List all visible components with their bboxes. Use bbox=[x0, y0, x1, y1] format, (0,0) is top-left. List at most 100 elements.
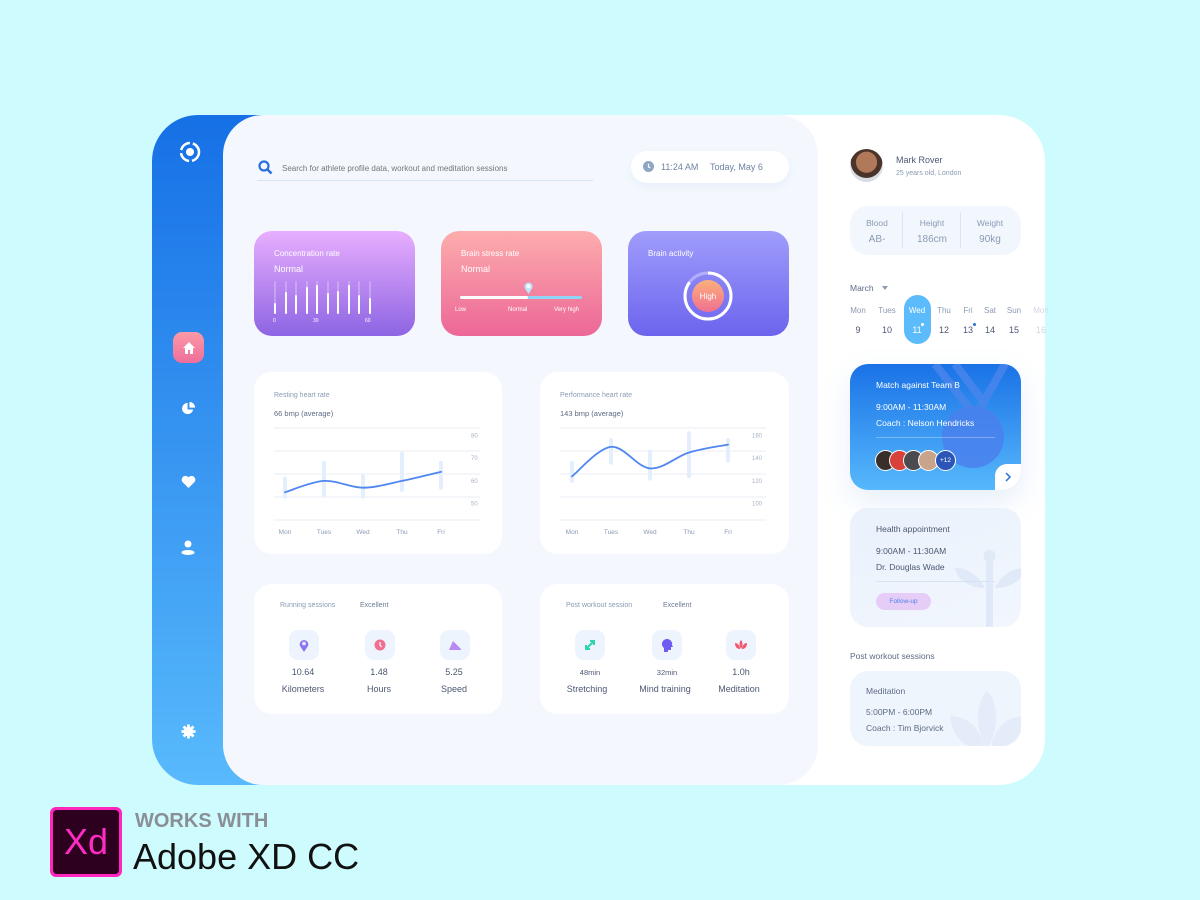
y-tick-label: 50 bbox=[471, 502, 478, 508]
day-name[interactable]: Tues bbox=[874, 306, 900, 315]
bar bbox=[347, 284, 350, 314]
match-card[interactable]: Match against Team B 9:00AM - 11:30AM Co… bbox=[850, 364, 1021, 490]
resting-heart-rate-card: Resting heart rate 66 bmp (average) 80 70… bbox=[254, 372, 502, 554]
shoe-icon bbox=[440, 630, 470, 660]
card-value: Normal bbox=[274, 264, 304, 274]
heart-icon bbox=[181, 475, 195, 488]
post-value: 48min bbox=[579, 668, 601, 677]
stress-label: Very high bbox=[554, 307, 580, 313]
clock-icon bbox=[365, 630, 395, 660]
bar-track bbox=[358, 281, 360, 314]
map-pin-icon[interactable] bbox=[524, 282, 533, 294]
rating: Excellent bbox=[663, 602, 692, 609]
health-appointment-card[interactable]: Health appointment 9:00AM - 11:30AM Dr. … bbox=[850, 508, 1021, 627]
search-icon[interactable] bbox=[258, 160, 273, 180]
bar bbox=[326, 293, 329, 314]
day-number[interactable]: 12 bbox=[931, 325, 957, 335]
card-value: Normal bbox=[461, 264, 491, 274]
more-participants-badge[interactable]: +12 bbox=[935, 450, 956, 471]
card-title: Concentration rate bbox=[274, 249, 340, 258]
day-number[interactable]: 16 bbox=[1028, 325, 1048, 335]
promo-line2: Adobe XD CC bbox=[133, 836, 360, 877]
day-number[interactable]: 9 bbox=[845, 325, 871, 335]
profile-name: Mark Rover bbox=[896, 155, 943, 165]
sidebar-item-health[interactable] bbox=[180, 473, 196, 489]
running-value: 1.48 bbox=[370, 667, 388, 677]
stat-label: Height bbox=[919, 218, 945, 228]
brain-activity-card[interactable]: Brain activity High bbox=[628, 231, 789, 336]
match-time: 9:00AM - 11:30AM bbox=[876, 402, 947, 412]
brain-activity-value: High bbox=[699, 292, 717, 301]
x-tick-label: Thu bbox=[683, 529, 695, 536]
y-tick-label: 60 bbox=[471, 479, 478, 485]
bar bbox=[295, 294, 297, 314]
rating: Excellent bbox=[360, 602, 389, 609]
y-tick-label: 140 bbox=[752, 456, 763, 462]
running-sessions-card: Running sessions Excellent 10.64 1.48 5.… bbox=[254, 584, 502, 714]
bar-track bbox=[316, 281, 318, 314]
stress-label: Normal bbox=[508, 307, 528, 313]
promo-line1: WORKS WITH bbox=[135, 810, 269, 832]
sidebar-item-stats[interactable] bbox=[180, 400, 196, 416]
stat-label: Weight bbox=[976, 218, 1004, 228]
bar bbox=[274, 303, 276, 314]
day-name[interactable]: Sun bbox=[1001, 306, 1027, 315]
day-name[interactable]: Mon bbox=[1028, 306, 1048, 315]
running-label: Speed bbox=[440, 684, 468, 694]
resting-heart-rate-chart: 80 70 60 50 Mon Tues Wed Thu Fri bbox=[274, 427, 480, 536]
brain-stress-card[interactable]: Brain stress rate Normal Low Normal Very… bbox=[441, 231, 602, 336]
bar-track bbox=[347, 281, 350, 314]
bar bbox=[305, 287, 308, 314]
post-value: 32min bbox=[656, 668, 678, 677]
performance-heart-rate-card: Performance heart rate 143 bmp (average)… bbox=[540, 372, 789, 554]
day-name[interactable]: Thu bbox=[931, 306, 957, 315]
day-number[interactable]: 14 bbox=[977, 325, 1003, 335]
y-tick-label: 100 bbox=[752, 502, 763, 508]
meditation-session-card[interactable]: Meditation 5:00PM - 6:00PM Coach : Tim B… bbox=[850, 671, 1021, 746]
y-tick-label: 80 bbox=[471, 434, 478, 440]
session-coach: Coach : Tim Bjorvick bbox=[866, 723, 944, 733]
avatar[interactable] bbox=[850, 149, 883, 182]
card-title: Brain activity bbox=[648, 249, 694, 258]
concentration-card[interactable]: Concentration rate Normal 0 30 60 bbox=[254, 231, 415, 336]
stat-value: 186cm bbox=[916, 234, 947, 245]
bar bbox=[337, 290, 339, 314]
post-label: Meditation bbox=[718, 684, 760, 694]
day-name[interactable]: Mon bbox=[845, 306, 871, 315]
app-logo-icon[interactable] bbox=[177, 139, 203, 165]
profile-stats: Blood AB- Height 186cm Weight 90kg bbox=[850, 206, 1021, 255]
sidebar-item-home[interactable] bbox=[173, 332, 204, 363]
post-label: Mind training bbox=[639, 684, 691, 694]
day-name[interactable]: Sat bbox=[977, 306, 1003, 315]
day-number[interactable]: 11 bbox=[904, 325, 930, 335]
axis-tick: 30 bbox=[313, 318, 319, 324]
stat-value: 90kg bbox=[979, 234, 1001, 245]
month-label: March bbox=[850, 283, 874, 293]
running-value: 10.64 bbox=[291, 667, 315, 677]
event-dot bbox=[921, 323, 924, 326]
head-icon bbox=[652, 630, 682, 660]
day-name[interactable]: Wed bbox=[904, 306, 930, 315]
follow-up-tag[interactable]: Follow-up bbox=[876, 593, 931, 610]
bar bbox=[368, 297, 371, 314]
user-icon bbox=[181, 540, 195, 555]
expand-arrows-icon bbox=[575, 630, 605, 660]
caduceus-icon bbox=[955, 550, 1021, 627]
session-time: 5:00PM - 6:00PM bbox=[866, 707, 933, 717]
clock-date: Today, May 6 bbox=[710, 162, 763, 172]
x-tick-label: Fri bbox=[437, 529, 445, 536]
stat-label: Blood bbox=[866, 218, 888, 228]
sidebar-item-settings[interactable] bbox=[180, 723, 196, 739]
bar bbox=[284, 291, 287, 314]
x-tick-label: Mon bbox=[279, 529, 292, 536]
adobe-xd-logo: Xd bbox=[50, 807, 122, 877]
month-dropdown[interactable]: March bbox=[850, 283, 888, 293]
next-button[interactable] bbox=[995, 464, 1021, 490]
search-input[interactable] bbox=[282, 161, 592, 175]
axis-tick: 0 bbox=[273, 318, 276, 324]
day-number[interactable]: 15 bbox=[1001, 325, 1027, 335]
sidebar-item-profile[interactable] bbox=[180, 539, 196, 555]
bar bbox=[358, 295, 360, 314]
day-number[interactable]: 10 bbox=[874, 325, 900, 335]
stress-track bbox=[460, 282, 582, 299]
